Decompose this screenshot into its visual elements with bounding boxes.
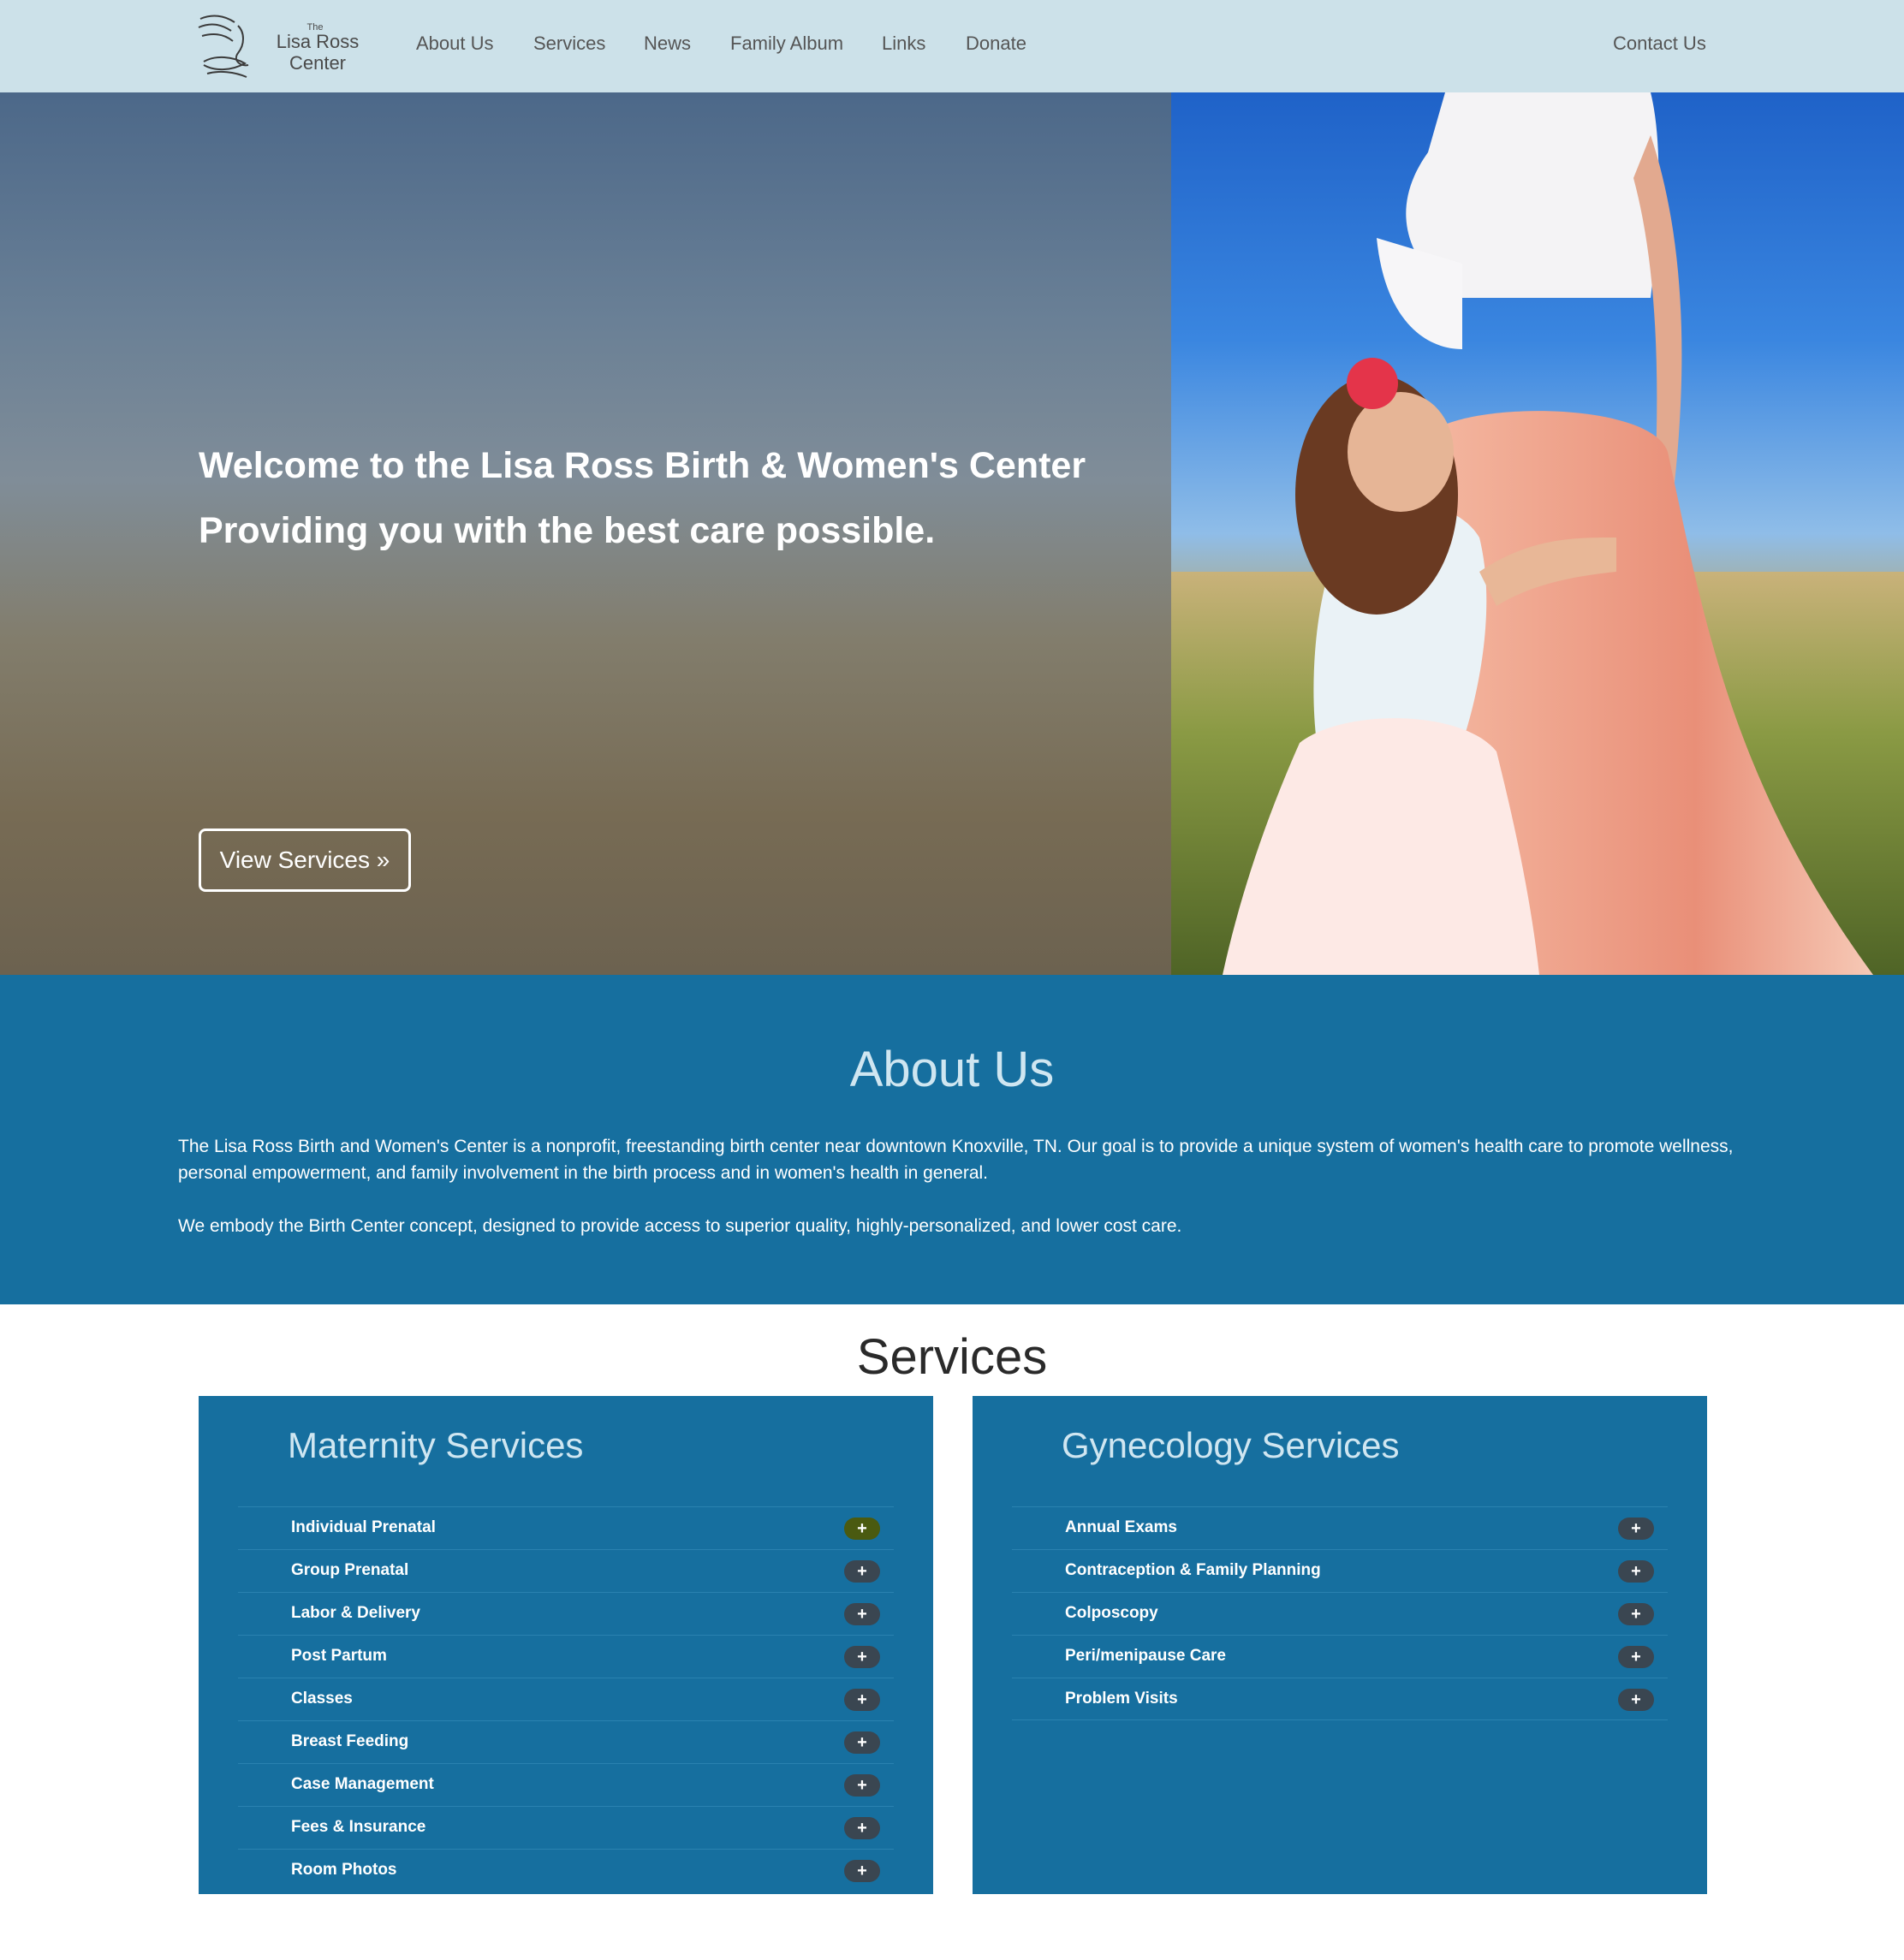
expand-plus-icon[interactable]: + xyxy=(1618,1560,1654,1583)
accordion-item-label: Room Photos xyxy=(291,1861,397,1879)
expand-plus-icon[interactable]: + xyxy=(844,1731,880,1754)
expand-plus-icon[interactable]: + xyxy=(844,1817,880,1839)
hero-welcome-heading: Welcome to the Lisa Ross Birth & Women's… xyxy=(199,445,1086,486)
hero-photo-illustration xyxy=(1171,92,1904,975)
hero-photo-mother-and-daughter xyxy=(1171,92,1904,975)
expand-plus-icon[interactable]: + xyxy=(844,1774,880,1797)
logo[interactable]: The Lisa Ross Center xyxy=(195,10,359,82)
accordion-item-classes[interactable]: Classes + xyxy=(238,1678,894,1720)
accordion-item-fees-insurance[interactable]: Fees & Insurance + xyxy=(238,1806,894,1849)
accordion-item-label: Classes xyxy=(291,1690,353,1708)
accordion-item-label: Contraception & Family Planning xyxy=(1065,1561,1321,1579)
hero-tagline: Providing you with the best care possibl… xyxy=(199,510,936,551)
accordion-item-individual-prenatal[interactable]: Individual Prenatal + xyxy=(238,1506,894,1549)
accordion-item-label: Peri/menipause Care xyxy=(1065,1647,1226,1665)
accordion-item-label: Group Prenatal xyxy=(291,1561,409,1579)
accordion-item-perimenopause-care[interactable]: Peri/menipause Care + xyxy=(1012,1635,1668,1678)
accordion-item-label: Problem Visits xyxy=(1065,1690,1178,1708)
accordion-item-case-management[interactable]: Case Management + xyxy=(238,1763,894,1806)
expand-plus-icon[interactable]: + xyxy=(844,1860,880,1882)
nav-family-album[interactable]: Family Album xyxy=(730,33,843,55)
expand-plus-icon[interactable]: + xyxy=(844,1560,880,1583)
about-title: About Us xyxy=(849,1042,1055,1097)
accordion-item-labor-delivery[interactable]: Labor & Delivery + xyxy=(238,1592,894,1635)
nav-services[interactable]: Services xyxy=(533,33,605,55)
expand-plus-icon[interactable]: + xyxy=(844,1646,880,1668)
accordion-item-annual-exams[interactable]: Annual Exams + xyxy=(1012,1506,1668,1549)
accordion-item-label: Colposcopy xyxy=(1065,1604,1158,1622)
accordion-item-room-photos[interactable]: Room Photos + xyxy=(238,1849,894,1892)
view-services-button[interactable]: View Services » xyxy=(199,829,411,892)
expand-plus-icon[interactable]: + xyxy=(1618,1646,1654,1668)
accordion-item-label: Fees & Insurance xyxy=(291,1818,426,1836)
nav-news[interactable]: News xyxy=(644,33,691,55)
accordion-item-label: Post Partum xyxy=(291,1647,387,1665)
expand-plus-icon[interactable]: + xyxy=(844,1689,880,1711)
accordion-item-label: Case Management xyxy=(291,1775,434,1793)
top-navigation-bar: The Lisa Ross Center About Us Services N… xyxy=(0,0,1904,92)
logo-center: Center xyxy=(289,52,347,74)
accordion-item-breast-feeding[interactable]: Breast Feeding + xyxy=(238,1720,894,1763)
expand-plus-icon[interactable]: + xyxy=(844,1603,880,1625)
accordion-item-label: Annual Exams xyxy=(1065,1518,1177,1536)
expand-plus-icon[interactable]: + xyxy=(1618,1603,1654,1625)
nav-about-us[interactable]: About Us xyxy=(416,33,494,55)
gynecology-services-title: Gynecology Services xyxy=(1062,1425,1400,1465)
nav-contact-us[interactable]: Contact Us xyxy=(1613,33,1706,55)
logo-icon xyxy=(198,15,249,78)
accordion-item-problem-visits[interactable]: Problem Visits + xyxy=(1012,1678,1668,1720)
accordion-item-label: Breast Feeding xyxy=(291,1732,409,1750)
accordion-item-label: Labor & Delivery xyxy=(291,1604,420,1622)
accordion-item-contraception[interactable]: Contraception & Family Planning + xyxy=(1012,1549,1668,1592)
accordion-item-post-partum[interactable]: Post Partum + xyxy=(238,1635,894,1678)
logo-name: Lisa Ross xyxy=(276,31,360,52)
accordion-item-colposcopy[interactable]: Colposcopy + xyxy=(1012,1592,1668,1635)
about-paragraph-1: The Lisa Ross Birth and Women's Center i… xyxy=(178,1137,1734,1183)
maternity-services-title: Maternity Services xyxy=(288,1425,584,1465)
expand-plus-icon[interactable]: + xyxy=(844,1518,880,1540)
accordion-item-group-prenatal[interactable]: Group Prenatal + xyxy=(238,1549,894,1592)
accordion-item-label: Individual Prenatal xyxy=(291,1518,436,1536)
nav-donate[interactable]: Donate xyxy=(966,33,1026,55)
about-paragraph-2: We embody the Birth Center concept, desi… xyxy=(178,1216,1182,1236)
expand-plus-icon[interactable]: + xyxy=(1618,1689,1654,1711)
services-title: Services xyxy=(856,1329,1048,1385)
nav-links[interactable]: Links xyxy=(882,33,925,55)
expand-plus-icon[interactable]: + xyxy=(1618,1518,1654,1540)
